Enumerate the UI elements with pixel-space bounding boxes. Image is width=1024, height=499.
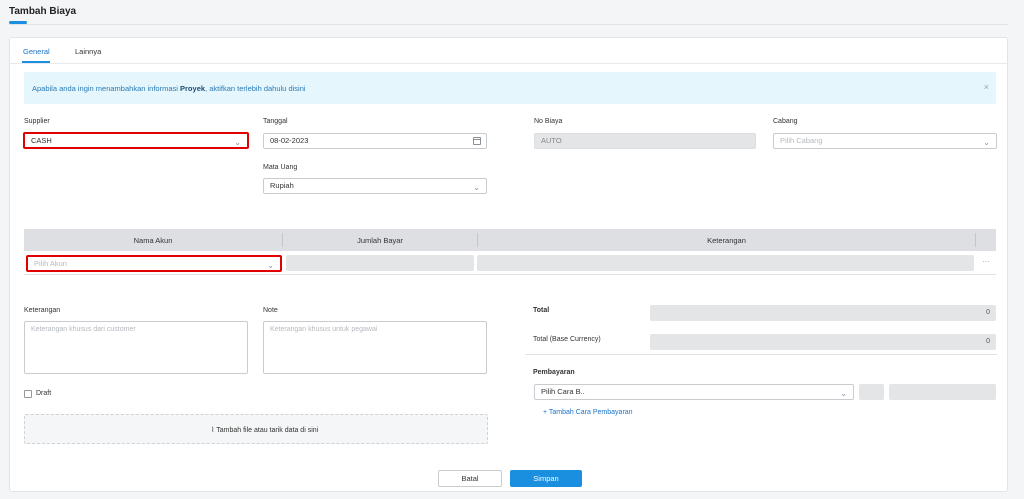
table-header: Nama Akun Jumlah Bayar Keterangan (24, 229, 996, 251)
info-banner: Apabila anda ingin menambahkan informasi… (24, 72, 996, 104)
page-header: Tambah Biaya (0, 0, 1024, 26)
cabang-label: Cabang (773, 118, 798, 125)
keterangan-placeholder: Keterangan khusus dari customer (31, 326, 136, 333)
supplier-label: Supplier (24, 118, 50, 125)
draft-label: Draft (36, 390, 52, 397)
base-total-label: Total (Base Currency) (533, 336, 601, 343)
close-icon[interactable]: × (984, 82, 989, 92)
column-nama-akun: Nama Akun (133, 236, 173, 245)
chevron-down-icon: ⌄ (983, 138, 990, 147)
payment-amount-small[interactable] (859, 384, 884, 400)
save-button[interactable]: Simpan (510, 470, 582, 487)
note-textarea[interactable]: Keterangan khusus untuk pegawai (263, 321, 487, 374)
chevron-down-icon: ⌄ (840, 389, 847, 398)
column-keterangan: Keterangan (707, 236, 746, 245)
cabang-placeholder: Pilih Cabang (780, 136, 823, 145)
cabang-select[interactable]: Pilih Cabang ⌄ (773, 133, 997, 149)
mata-uang-select[interactable]: Rupiah ⌄ (263, 178, 487, 194)
form-card: General Lainnya Apabila anda ingin menam… (9, 37, 1008, 492)
payment-method-placeholder: Pilih Cara B.. (541, 387, 585, 396)
note-placeholder: Keterangan khusus untuk pegawai (270, 326, 378, 333)
upload-text: ⌇ Tambah file atau tarik data di sini (211, 427, 319, 434)
calendar-icon[interactable] (473, 137, 481, 145)
payment-method-select[interactable]: Pilih Cara B.. ⌄ (534, 384, 854, 400)
no-biaya-label: No Biaya (534, 118, 563, 125)
upload-dropzone[interactable]: ⌇ Tambah file atau tarik data di sini (24, 414, 488, 444)
page-title: Tambah Biaya (9, 6, 77, 17)
keterangan-row-input[interactable] (477, 255, 974, 271)
row-divider (24, 274, 996, 275)
no-biaya-input: AUTO (534, 133, 756, 149)
draft-checkbox[interactable] (24, 390, 32, 398)
note-label: Note (263, 307, 278, 314)
column-divider (975, 233, 976, 247)
tanggal-input[interactable]: 08-02-2023 (263, 133, 487, 149)
nama-akun-placeholder: Pilih Akun (34, 259, 67, 268)
total-value: 0 (650, 305, 996, 321)
info-banner-link[interactable]: disini (288, 84, 305, 93)
nama-akun-select[interactable]: Pilih Akun ⌄ (26, 255, 282, 272)
mata-uang-value: Rupiah (270, 181, 294, 190)
tanggal-value: 08-02-2023 (270, 136, 309, 145)
info-banner-bold: Proyek (180, 84, 206, 93)
add-payment-link[interactable]: + Tambah Cara Pembayaran (543, 409, 633, 416)
jumlah-bayar-input[interactable] (286, 255, 474, 271)
info-banner-text: Apabila anda ingin menambahkan informasi… (32, 84, 306, 93)
more-icon[interactable]: ··· (982, 257, 990, 266)
chevron-down-icon: ⌄ (234, 138, 241, 147)
totals-divider (525, 354, 997, 355)
no-biaya-value: AUTO (541, 136, 562, 145)
tanggal-label: Tanggal (263, 118, 288, 125)
tab-general[interactable]: General (23, 47, 50, 56)
tab-lainnya[interactable]: Lainnya (75, 47, 101, 56)
supplier-value: CASH (31, 136, 52, 145)
pembayaran-label: Pembayaran (533, 369, 575, 376)
keterangan-label: Keterangan (24, 307, 61, 314)
base-total-value: 0 (650, 334, 996, 350)
chevron-down-icon: ⌄ (473, 183, 480, 192)
column-jumlah-bayar: Jumlah Bayar (357, 236, 403, 245)
mata-uang-label: Mata Uang (263, 164, 298, 171)
tabs-divider (10, 63, 1007, 64)
payment-amount-input[interactable] (889, 384, 996, 400)
cancel-button[interactable]: Batal (438, 470, 502, 487)
supplier-select[interactable]: CASH ⌄ (23, 132, 249, 149)
chevron-down-icon: ⌄ (267, 261, 274, 270)
header-divider (9, 24, 1008, 25)
keterangan-textarea[interactable]: Keterangan khusus dari customer (24, 321, 248, 374)
total-label: Total (533, 307, 550, 314)
